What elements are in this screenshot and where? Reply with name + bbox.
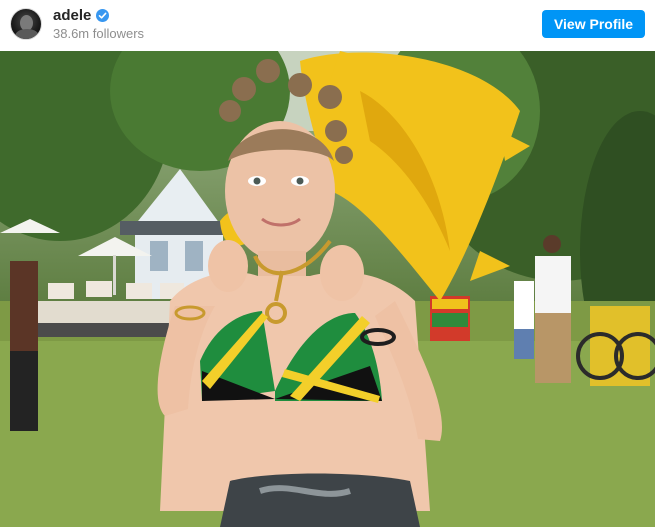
- username-link[interactable]: adele: [53, 7, 91, 24]
- post-header: adele 38.6m followers View Profile: [0, 0, 655, 50]
- verified-badge-icon: [96, 9, 110, 22]
- avatar-body: [15, 29, 39, 39]
- follower-count: 38.6m followers: [53, 26, 145, 41]
- view-profile-button[interactable]: View Profile: [542, 10, 645, 38]
- username-row: adele: [53, 7, 110, 24]
- post-image[interactable]: [0, 51, 655, 527]
- post-photo-illustration: [0, 51, 655, 527]
- profile-avatar[interactable]: [10, 8, 42, 40]
